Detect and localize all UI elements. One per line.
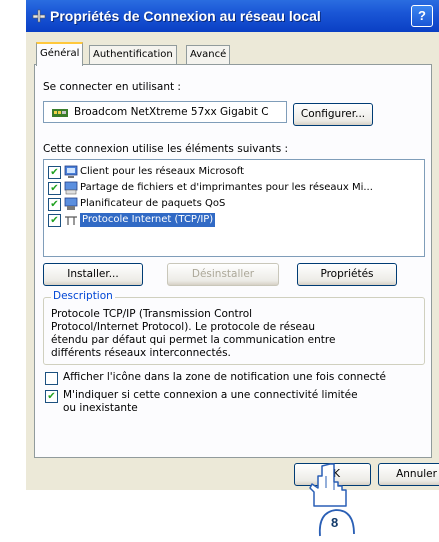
network-connection-icon <box>32 9 46 23</box>
component-label: Planificateur de paquets QoS <box>80 198 226 209</box>
show-icon-label: Afficher l'icône dans la zone de notific… <box>63 371 387 383</box>
qos-scheduler-icon <box>64 197 78 210</box>
components-list[interactable]: ✔ Client pour les réseaux Microsoft ✔ Pa… <box>43 159 425 257</box>
title-bar[interactable]: Propriétés de Connexion au réseau local … <box>26 0 439 32</box>
tab-authentication[interactable]: Authentification <box>89 45 177 64</box>
checkbox[interactable]: ✔ <box>48 166 61 179</box>
notify-checkbox[interactable]: ✔ <box>45 390 58 403</box>
component-label: Protocole Internet (TCP/IP) <box>80 213 216 227</box>
protocol-icon <box>65 216 77 225</box>
notify-label: M'indiquer si cette connexion a une conn… <box>63 389 358 414</box>
description-legend: Description <box>51 290 115 302</box>
checkbox[interactable]: ✔ <box>48 214 61 227</box>
cancel-button[interactable]: Annuler <box>378 463 439 486</box>
checkbox[interactable]: ✔ <box>48 182 61 195</box>
adapter-field: Broadcom NetXtreme 57xx Gigabit C <box>43 101 287 123</box>
general-panel: Se connecter en utilisant : Broadcom Net… <box>34 64 432 458</box>
component-label: Partage de fichiers et d'imprimantes pou… <box>80 182 373 193</box>
step-number: 8 <box>331 515 339 530</box>
adapter-name: Broadcom NetXtreme 57xx Gigabit C <box>74 106 269 118</box>
components-label: Cette connexion utilise les éléments sui… <box>43 143 289 155</box>
configure-button[interactable]: Configurer... <box>293 103 373 126</box>
help-button[interactable]: ? <box>411 5 433 27</box>
properties-button[interactable]: Propriétés <box>297 263 397 286</box>
properties-dialog: Propriétés de Connexion au réseau local … <box>26 0 439 490</box>
description-text: Protocole TCP/IP (Transmission Control P… <box>51 308 336 359</box>
component-label: Client pour les réseaux Microsoft <box>80 166 245 177</box>
pointing-hand-icon <box>309 463 347 507</box>
tab-advanced[interactable]: Avancé <box>186 45 231 64</box>
install-button[interactable]: Installer... <box>43 263 143 286</box>
connect-using-label: Se connecter en utilisant : <box>43 81 181 93</box>
checkbox[interactable]: ✔ <box>48 198 61 211</box>
uninstall-button: Désinstaller <box>167 263 279 286</box>
window-title: Propriétés de Connexion au réseau local <box>50 8 321 24</box>
tab-general[interactable]: Général <box>36 42 84 66</box>
network-adapter-icon <box>52 109 68 117</box>
show-icon-checkbox[interactable] <box>45 372 58 385</box>
file-printer-sharing-icon <box>64 181 78 195</box>
network-client-icon <box>64 165 78 178</box>
